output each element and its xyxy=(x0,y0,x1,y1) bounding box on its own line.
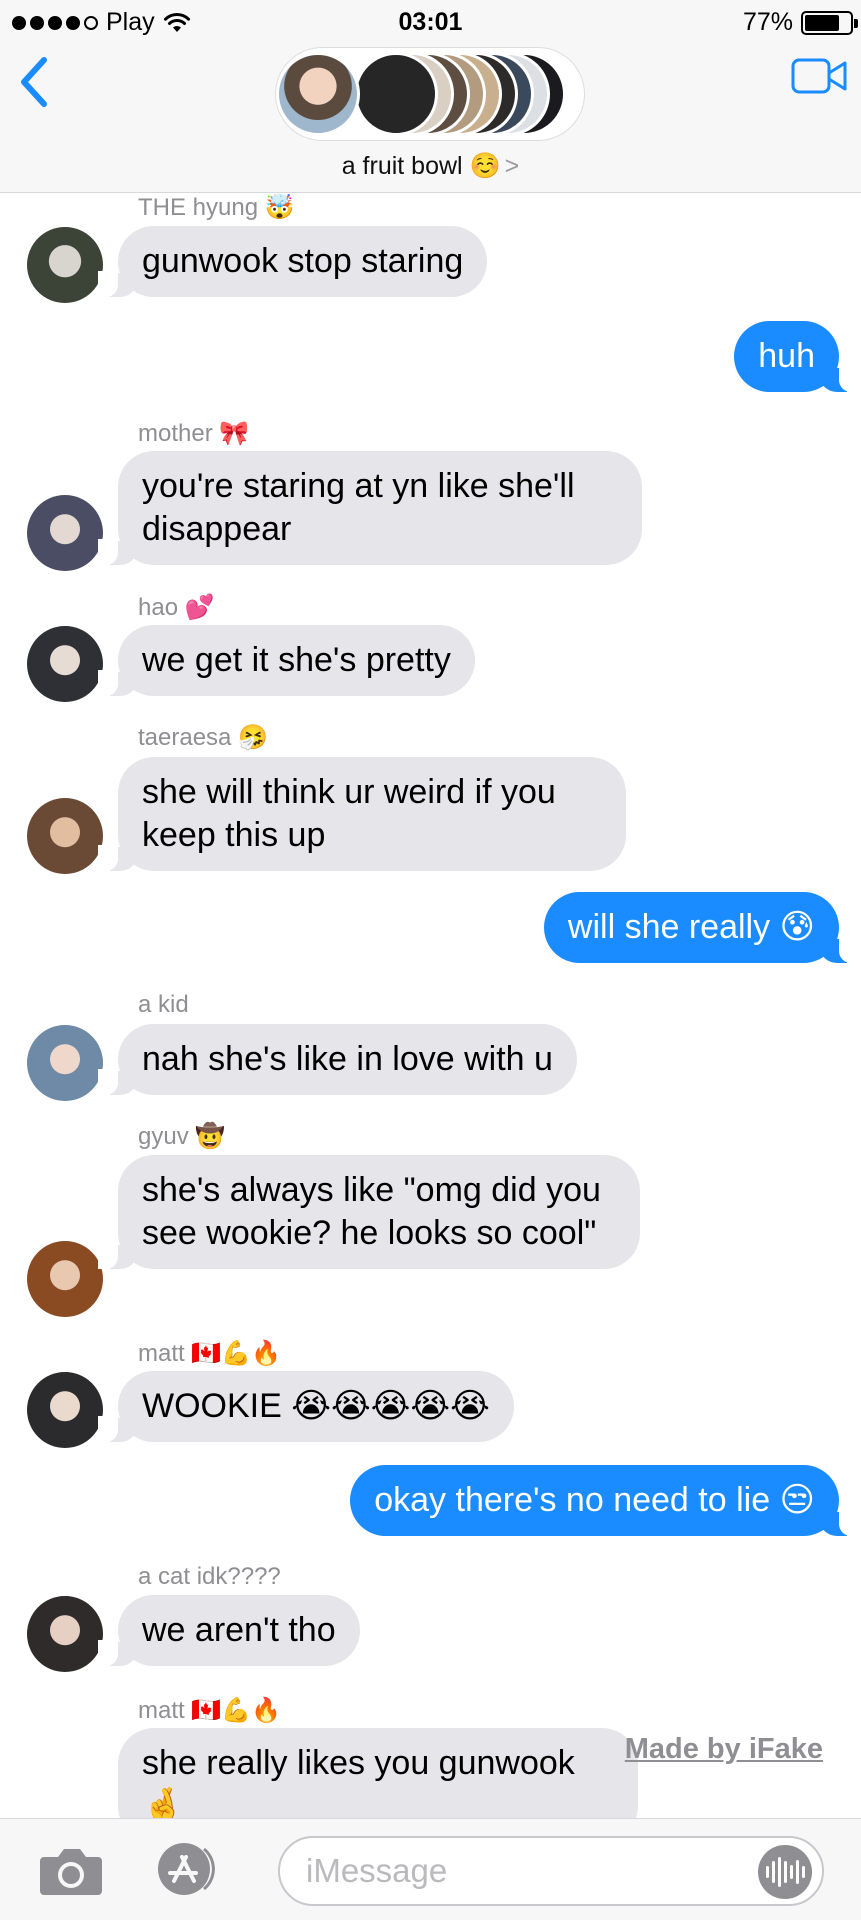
battery-icon xyxy=(801,10,858,35)
outgoing-message[interactable]: okay there's no need to lie 😒 xyxy=(350,1465,859,1536)
message-text: gunwook stop staring xyxy=(142,242,464,280)
sender-avatar[interactable] xyxy=(27,626,103,702)
incoming-message[interactable]: nah she's like in love with u xyxy=(98,1024,577,1095)
incoming-message[interactable]: we get it she's pretty xyxy=(98,625,475,696)
message-text: WOOKIE 😭😭😭😭😭 xyxy=(142,1387,490,1425)
sender-name: a kid xyxy=(138,991,189,1018)
sender-avatar[interactable] xyxy=(27,1241,103,1317)
message-text: will she really 😰 xyxy=(567,908,815,946)
sender-name: mother 🎀 xyxy=(138,420,250,447)
sender-avatar[interactable] xyxy=(27,227,103,303)
incoming-message[interactable]: we aren't tho xyxy=(98,1595,360,1666)
message-text: you're staring at yn like she'll disappe… xyxy=(142,467,575,548)
group-avatar-stack[interactable] xyxy=(276,48,584,140)
incoming-message[interactable]: WOOKIE 😭😭😭😭😭 xyxy=(98,1371,514,1442)
sender-avatar[interactable] xyxy=(27,1372,103,1448)
status-bar: Play 03:01 77% xyxy=(0,0,861,46)
imessage-input[interactable] xyxy=(278,1836,824,1906)
sender-avatar[interactable] xyxy=(27,1596,103,1672)
group-name[interactable]: a fruit bowl ☺️ > xyxy=(0,152,861,181)
sender-name: hao 💕 xyxy=(138,594,215,621)
sender-avatar[interactable] xyxy=(27,1025,103,1101)
incoming-message[interactable]: you're staring at yn like she'll disappe… xyxy=(98,451,642,565)
sender-name: a cat idk???? xyxy=(138,1563,281,1590)
message-text: we get it she's pretty xyxy=(142,641,451,679)
sender-avatar[interactable] xyxy=(27,798,103,874)
sender-name: matt 🇨🇦💪🔥 xyxy=(138,1340,281,1367)
member-avatar xyxy=(276,52,360,136)
conversation-header: Play 03:01 77% a fruit bowl ☺️ > xyxy=(0,0,861,193)
message-text: nah she's like in love with u xyxy=(142,1040,553,1078)
chevron-right-icon: > xyxy=(504,152,520,180)
incoming-message[interactable]: she really likes you gunwook 🤞 xyxy=(98,1728,638,1818)
battery-percent: 77% xyxy=(742,8,793,36)
member-avatar xyxy=(354,52,438,136)
incoming-message[interactable]: she will think ur weird if you keep this… xyxy=(98,757,626,871)
sender-name: gyuv 🤠 xyxy=(138,1123,226,1150)
outgoing-message[interactable]: will she really 😰 xyxy=(543,892,860,963)
sender-name: matt 🇨🇦💪🔥 xyxy=(138,1697,281,1724)
message-text: okay there's no need to lie 😒 xyxy=(374,1481,815,1519)
message-text: she will think ur weird if you keep this… xyxy=(142,773,556,854)
message-text: we aren't tho xyxy=(142,1611,336,1649)
audio-record-icon[interactable] xyxy=(758,1845,812,1899)
compose-bar xyxy=(0,1818,861,1920)
message-text: she's always like "omg did you see wooki… xyxy=(142,1171,601,1252)
message-list[interactable]: THE hyung 🤯 gunwook stop staring huh mot… xyxy=(0,193,861,1818)
app-store-icon[interactable] xyxy=(150,1839,230,1899)
message-text: she really likes you gunwook 🤞 xyxy=(142,1744,575,1818)
group-name-label: a fruit bowl ☺️ xyxy=(341,152,501,180)
ifake-watermark: Made by iFake xyxy=(624,1733,823,1765)
back-chevron-icon[interactable] xyxy=(14,52,54,112)
clock: 03:01 xyxy=(398,8,463,36)
incoming-message[interactable]: gunwook stop staring xyxy=(97,226,488,297)
sender-avatar[interactable] xyxy=(27,495,103,571)
camera-icon[interactable] xyxy=(36,1843,106,1899)
outgoing-message[interactable]: huh xyxy=(734,321,859,392)
facetime-video-icon[interactable] xyxy=(791,56,847,96)
message-text: huh xyxy=(758,337,815,375)
sender-name: taeraesa 🤧 xyxy=(138,724,268,751)
sender-name: THE hyung 🤯 xyxy=(138,194,295,221)
battery-status: 77% xyxy=(742,8,858,37)
incoming-message[interactable]: she's always like "omg did you see wooki… xyxy=(98,1155,640,1269)
